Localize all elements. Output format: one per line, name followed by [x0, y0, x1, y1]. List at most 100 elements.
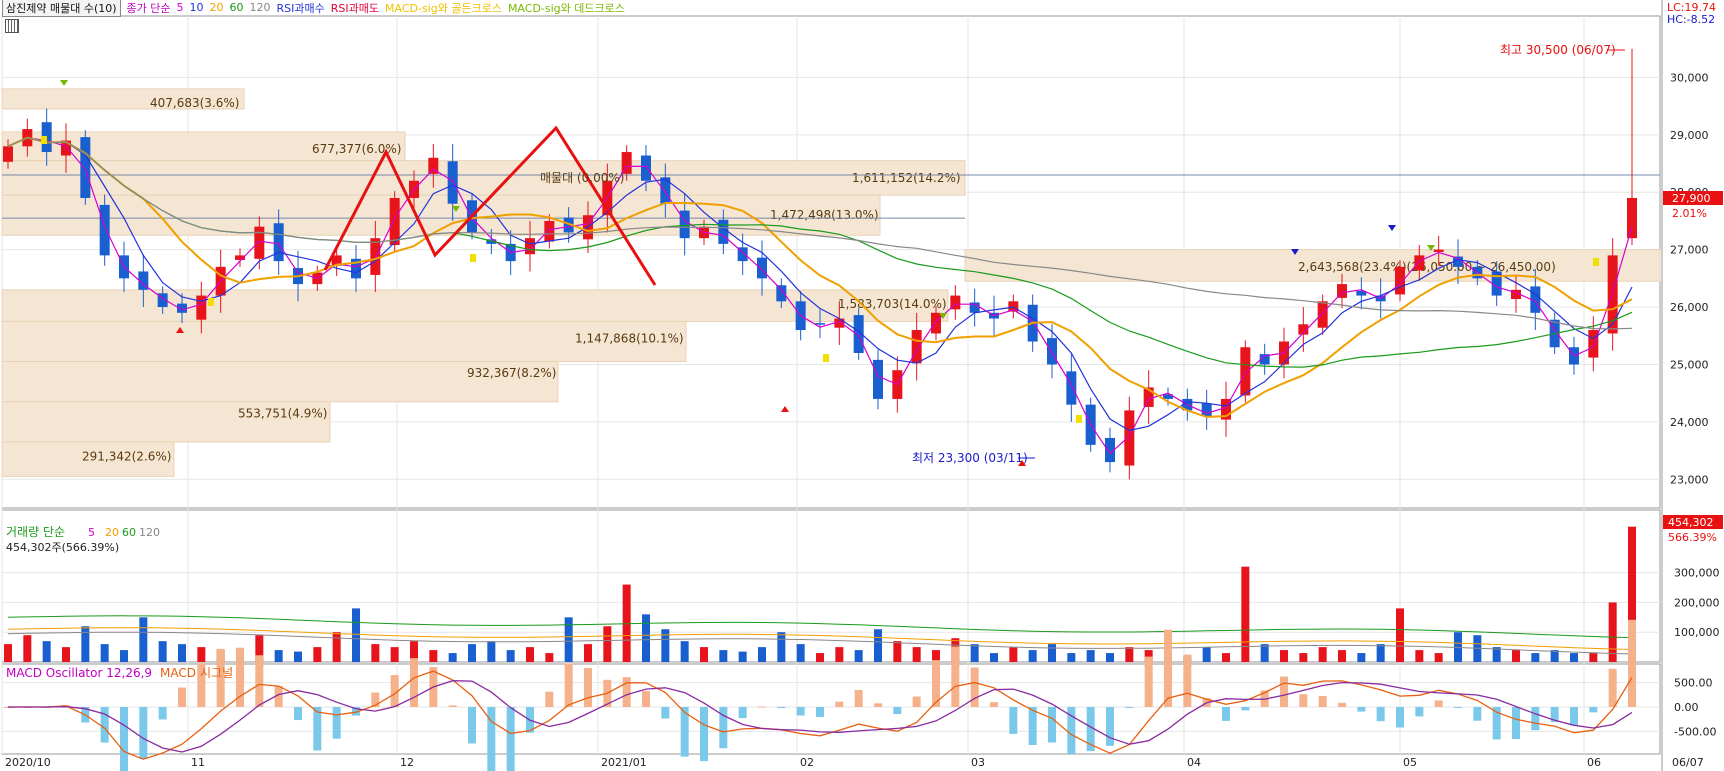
stock-chart[interactable]: 30,00029,00028,00027,00026,00025,00024,0…	[0, 0, 1724, 771]
dead-cross-label: MACD-sig와 데드크로스	[507, 1, 625, 15]
rsi-buy-label: RSI과매수	[276, 1, 325, 15]
volume-bar	[42, 641, 51, 662]
volume-tick-label: 100,000	[1674, 626, 1720, 639]
macd-osc-bar	[139, 707, 148, 759]
macd-tick-label: -500.00	[1674, 725, 1716, 738]
volume-bar	[1241, 566, 1250, 662]
volume-bar	[158, 641, 167, 662]
volume-profile-label: 1,472,498(13.0%)	[770, 208, 879, 222]
candle-body	[447, 161, 458, 204]
macd-osc-bar	[1164, 629, 1172, 707]
macd-osc-bar	[990, 702, 998, 707]
candle-body	[834, 318, 845, 328]
ma-60-label: 60	[229, 1, 244, 14]
volume-bar	[1338, 650, 1346, 662]
golden-cross-marker	[823, 354, 829, 362]
candle-body	[873, 359, 883, 399]
current-change: 2.01%	[1672, 207, 1707, 220]
macd-tick-label: 500.00	[1674, 677, 1713, 690]
chart-legend: 삼진제약 매물대 수(10) 종가 단순 5 10 20 60 120 RSI과…	[2, 0, 625, 17]
candle-body	[1124, 410, 1135, 466]
trend-label: 매물대 (0.00%)	[540, 171, 624, 185]
candle-body	[1317, 301, 1328, 328]
volume-profile-label: 553,751(4.9%)	[238, 406, 327, 420]
rsi-buy-arrow	[1388, 225, 1396, 231]
date-tick-label: 12	[400, 756, 414, 769]
volume-bar	[1202, 647, 1211, 662]
date-tick-label: 2020/10	[5, 756, 51, 769]
volume-bar	[835, 647, 844, 662]
price-tick-label: 30,000	[1670, 71, 1709, 84]
price-tick-label: 23,000	[1670, 473, 1709, 486]
macd-osc-bar	[1512, 707, 1520, 739]
candle-body	[1433, 249, 1444, 252]
macd-osc-bar	[178, 687, 186, 707]
macd-osc-bar	[912, 696, 921, 707]
volume-bar	[62, 647, 70, 662]
ma-20-label: 20	[209, 1, 224, 14]
volume-profile-bar	[1, 160, 966, 196]
volume-bar	[603, 626, 612, 662]
macd-osc-bar	[1318, 696, 1327, 707]
volume-bar	[564, 617, 573, 662]
date-tick-label: 06	[1587, 756, 1601, 769]
volume-bar	[680, 641, 689, 662]
macd-osc-bar	[120, 707, 128, 771]
chart-title[interactable]: 삼진제약 매물대 수(10)	[2, 0, 121, 17]
volume-bar	[816, 653, 824, 662]
volume-bar	[1106, 653, 1114, 662]
volume-bar	[1222, 653, 1230, 662]
macd-osc-bar	[100, 707, 109, 743]
volume-ma-label: 60	[122, 526, 136, 539]
current-price: 27,900	[1672, 192, 1711, 205]
macd-osc-bar	[564, 663, 573, 707]
volume-bar	[1376, 644, 1385, 662]
price-tick-label: 24,000	[1670, 416, 1709, 429]
volume-bar	[294, 651, 302, 662]
volume-bar	[1028, 650, 1037, 662]
volume-bar	[100, 644, 109, 662]
volume-bar	[796, 644, 805, 662]
candle-body	[273, 223, 284, 262]
volume-bar	[1415, 650, 1424, 662]
volume-bar	[545, 653, 554, 662]
macd-osc-bar	[661, 707, 670, 719]
volume-bar	[1260, 644, 1269, 662]
volume-ma-label: 120	[139, 526, 160, 539]
grid-toggle-icon[interactable]	[5, 19, 19, 33]
macd-panel	[1, 663, 1661, 755]
candle-body	[80, 137, 91, 198]
macd-osc-bar	[332, 707, 341, 739]
candle-body	[254, 226, 265, 259]
date-tick-label: 05	[1403, 756, 1417, 769]
macd-osc-bar	[1009, 707, 1018, 734]
macd-osc-bar	[158, 707, 167, 720]
candle-body	[99, 204, 110, 256]
volume-bar	[352, 608, 360, 662]
volume-profile-label: 1,147,868(10.1%)	[575, 332, 684, 346]
candle-body	[1047, 338, 1057, 365]
macd-osc-bar	[1338, 702, 1346, 707]
volume-bar	[990, 653, 998, 662]
macd-osc-bar	[854, 690, 863, 707]
macd-osc-bar	[970, 667, 979, 707]
volume-ma-label: 20	[105, 526, 119, 539]
candle-body	[911, 330, 922, 364]
volume-bar	[1396, 608, 1404, 662]
candle-body	[641, 155, 651, 181]
macd-osc-bar	[1454, 707, 1462, 708]
volume-panel	[1, 509, 1661, 663]
volume-bar	[448, 653, 457, 662]
macd-osc-bar	[313, 707, 322, 751]
ma-label: 종가 단순	[126, 1, 171, 15]
date-tick-last: 06/07	[1672, 756, 1704, 769]
volume-bar	[1280, 650, 1288, 662]
price-tick-label: 26,000	[1670, 301, 1709, 314]
macd-osc-bar	[796, 707, 805, 716]
volume-bar	[178, 644, 186, 662]
volume-bar	[371, 644, 380, 662]
macd-osc-bar	[1589, 707, 1598, 713]
candle-body	[718, 219, 729, 244]
candle-body	[931, 312, 941, 334]
volume-bar	[1048, 644, 1056, 662]
